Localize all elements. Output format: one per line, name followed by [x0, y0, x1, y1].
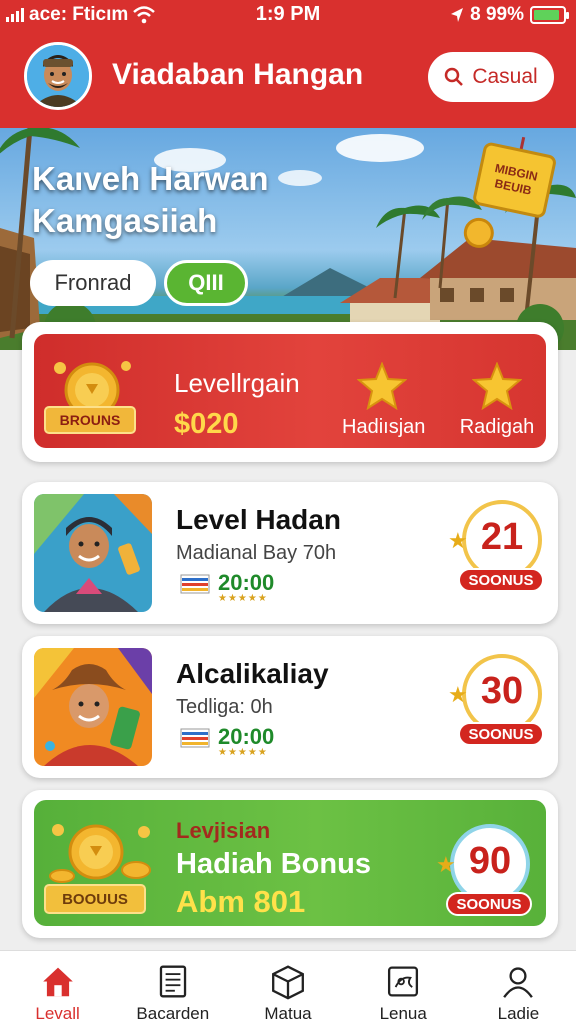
search-label: Casual [472, 65, 538, 88]
bonus-amount: Abm 801 [176, 884, 306, 919]
nav-label-lenua: Lenua [379, 1004, 427, 1023]
app-header: Viadaban Hangan Casual [0, 30, 576, 128]
box-icon [272, 965, 304, 1000]
star-icon: ★ [436, 852, 456, 877]
nav-label-ladie: Ladie [497, 1004, 540, 1023]
level-banner: BROUNS Levellrgain $020 Hadiısjan Radiga… [34, 334, 546, 448]
game-subtitle-2: Tedliga: 0h [176, 696, 273, 718]
filter-chip[interactable]: Fronrad [30, 260, 156, 306]
bonus-banner: BOOUUS Levjisian Hadiah Bonus Abm 801 90… [34, 800, 546, 926]
rating-stars-2: ★★★★★ [218, 747, 268, 758]
game-title-2: Alcalikaliay [176, 658, 329, 689]
reward-label-1: Hadiısjan [342, 416, 426, 438]
bottom-nav: Levall Bacarden Matua Lenua Ladie [0, 950, 576, 1024]
document-icon [159, 965, 186, 998]
reward-label-2: Radigah [459, 416, 535, 438]
score-label-bonus: SOONUS [446, 892, 532, 916]
battery-text: 8 99% [470, 4, 524, 25]
star-icon: ★ [448, 682, 468, 707]
tag-label: MIBGIN BEUIB [471, 141, 558, 220]
avatar[interactable] [24, 42, 92, 110]
game-subtitle-1: Madianal Bay 70h [176, 542, 337, 564]
user-icon [503, 967, 534, 998]
search-icon [445, 67, 464, 86]
home-icon [42, 967, 73, 997]
rating-stars-1: ★★★★★ [218, 593, 268, 604]
score-badge-bonus[interactable]: 90 ★ SOONUS [436, 824, 532, 924]
score-badge-1[interactable]: 21 ★ SOONUS [448, 500, 544, 600]
hero-title: Kaıveh Harwan Kamgasiiah [32, 158, 269, 242]
game-time-2: 20:00 ★★★★★ [180, 726, 274, 758]
location-icon [451, 8, 464, 22]
nav-item-ladie[interactable]: Ladie [461, 951, 576, 1024]
bonus-title: Hadiah Bonus [176, 848, 371, 880]
score-value-2: 30 [480, 670, 524, 712]
hero-title-line2: Kamgasiiah [32, 202, 218, 239]
game-time-1: 20:00 ★★★★★ [180, 572, 274, 604]
star-icon [357, 362, 407, 410]
score-value-bonus: 90 [468, 840, 512, 882]
nav-item-matua[interactable]: Matua [230, 951, 345, 1024]
nav-label-matua: Matua [264, 1004, 312, 1023]
bonus-subtitle: Levjisian [176, 818, 271, 843]
status-bar: ace: Fticım 1:9 PM 8 99% [0, 0, 576, 30]
nav-item-lenua[interactable]: Lenua [346, 951, 461, 1024]
player-avatar-image [34, 494, 152, 612]
price-tag-icon[interactable]: MIBGIN BEUIB [461, 128, 566, 251]
game-thumbnail-2 [34, 648, 152, 766]
app-title: Viadaban Hangan [112, 58, 364, 91]
nav-item-levall[interactable]: Levall [0, 951, 115, 1024]
bonus-plate: BROUNS [44, 406, 136, 434]
score-value-1: 21 [480, 516, 524, 558]
flag-icon [180, 574, 210, 594]
game-thumbnail-1 [34, 494, 152, 612]
nav-label-bacarden: Bacarden [136, 1004, 210, 1023]
reward-item-1[interactable]: Hadiısjan [342, 362, 426, 439]
search-button[interactable]: Casual [428, 52, 554, 102]
hero-title-line1: Kaıveh Harwan [32, 160, 269, 197]
player-avatar-image [34, 648, 152, 766]
level-card[interactable]: BROUNS Levellrgain $020 Hadiısjan Radiga… [22, 322, 558, 462]
bonus-card[interactable]: BOOUUS Levjisian Hadiah Bonus Abm 801 90… [22, 790, 558, 938]
score-badge-2[interactable]: 30 ★ SOONUS [448, 654, 544, 754]
battery-icon [530, 6, 569, 24]
game-title-1: Level Hadan [176, 504, 341, 535]
level-label: Levellrgain [174, 368, 300, 398]
game-card-1[interactable]: Level Hadan Madianal Bay 70h 20:00 ★★★★★… [22, 482, 558, 624]
level-amount: $020 [174, 408, 239, 440]
reward-item-2[interactable]: Radigah [457, 362, 537, 439]
score-label-2: SOONUS [458, 722, 544, 746]
avatar-image [27, 45, 89, 107]
toggle-chip[interactable]: QIII [164, 260, 248, 306]
nav-item-bacarden[interactable]: Bacarden [115, 951, 230, 1024]
flag-icon [180, 728, 210, 748]
game-card-2[interactable]: Alcalikaliay Tedliga: 0h 20:00 ★★★★★ 30 … [22, 636, 558, 778]
gift-icon [388, 966, 419, 997]
bonus-plate: BOOUUS [44, 884, 146, 914]
game-time-value-1: 20:00 [218, 570, 275, 595]
game-time-value-2: 20:00 [218, 724, 275, 749]
coin-stack-icon [49, 824, 151, 883]
star-icon: ★ [448, 528, 468, 553]
score-label-1: SOONUS [458, 568, 544, 592]
hero-banner[interactable]: Kaıveh Harwan Kamgasiiah Fronrad QIII MI… [0, 128, 576, 350]
nav-label-levall: Levall [35, 1004, 80, 1023]
star-icon [472, 362, 522, 410]
